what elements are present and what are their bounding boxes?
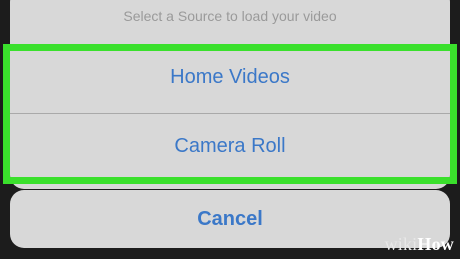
action-sheet: Select a Source to load your video Home … [10,0,450,189]
watermark-wiki: wiki [384,234,418,254]
sheet-message: Select a Source to load your video [123,8,337,24]
camera-roll-option[interactable]: Camera Roll [10,114,450,178]
watermark: wikiHow [385,234,454,255]
watermark-how: How [417,234,454,254]
home-videos-option[interactable]: Home Videos [10,45,450,109]
